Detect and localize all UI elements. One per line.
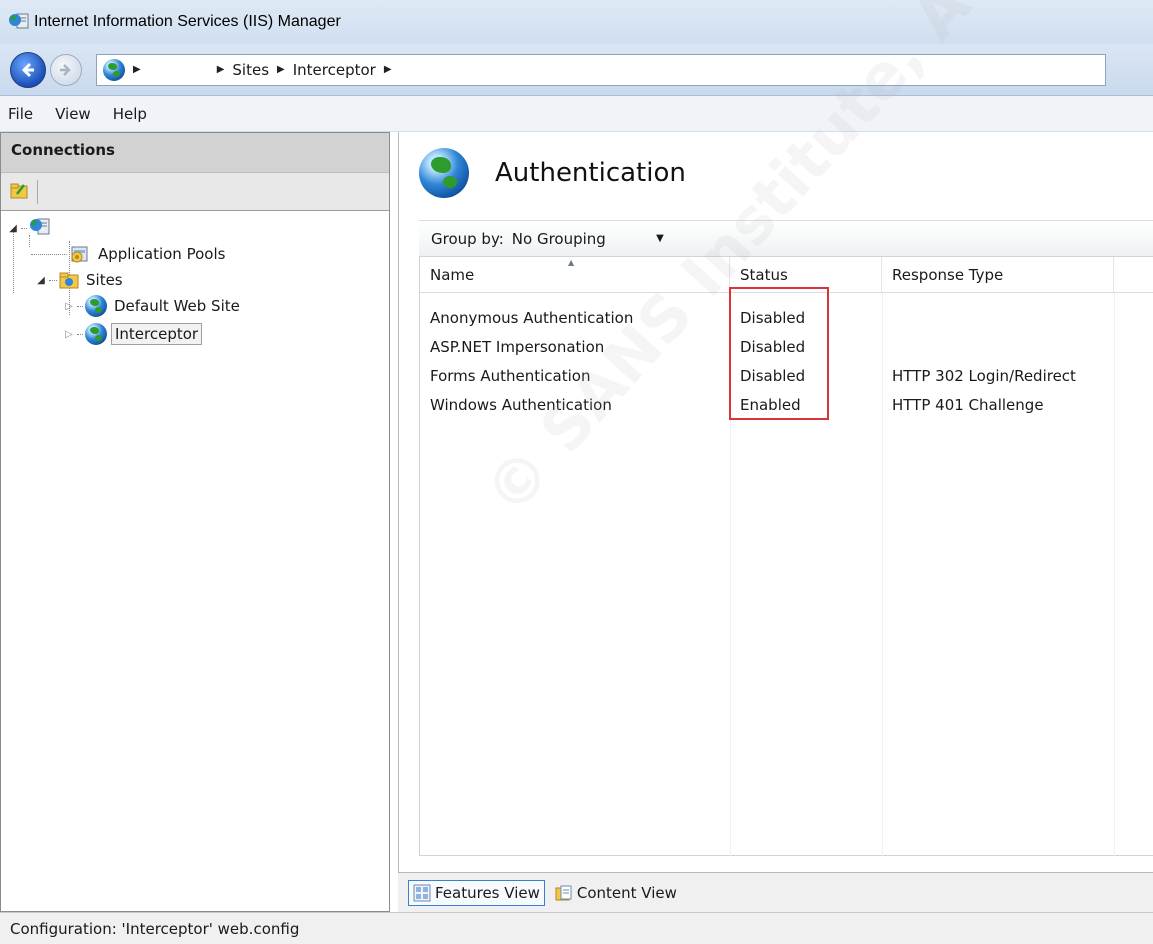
- breadcrumb-separator[interactable]: ▶: [277, 64, 285, 75]
- authentication-globe-icon: [419, 148, 469, 198]
- column-header-status[interactable]: Status: [730, 257, 882, 293]
- collapsed-triangle-icon[interactable]: ▷: [63, 329, 75, 340]
- cell-name: Windows Authentication: [430, 395, 612, 414]
- connections-tree: ◢ Application Pools ◢ Sites ▷ Default We…: [1, 211, 389, 345]
- chevron-down-icon: ▼: [656, 233, 664, 244]
- connect-icon[interactable]: [9, 180, 29, 204]
- cell-status: Enabled: [740, 395, 801, 414]
- menu-view[interactable]: View: [55, 105, 91, 123]
- globe-icon: [85, 323, 107, 345]
- column-header-label: Name: [430, 266, 475, 284]
- features-view-icon: [413, 884, 431, 902]
- tree-connector: [49, 279, 57, 281]
- table-header: Name ▲ Status Response Type: [420, 257, 1153, 293]
- group-by-dropdown[interactable]: No Grouping ▼: [512, 230, 672, 248]
- breadcrumb-interceptor[interactable]: Interceptor: [293, 61, 376, 79]
- tab-label: Content View: [576, 883, 677, 902]
- cell-status: Disabled: [740, 337, 806, 356]
- authentication-table: Name ▲ Status Response Type Anonymous Au…: [419, 256, 1153, 857]
- collapsed-triangle-icon[interactable]: ▷: [63, 301, 75, 312]
- tree-item-label: Sites: [86, 271, 123, 289]
- iis-app-icon: [8, 11, 30, 33]
- cell-name: Anonymous Authentication: [430, 308, 634, 327]
- tree-item-interceptor[interactable]: ▷ Interceptor: [63, 321, 203, 347]
- cell-status: Disabled: [740, 366, 806, 385]
- window-title: Internet Information Services (IIS) Mana…: [34, 13, 341, 30]
- cell-status: Disabled: [740, 308, 806, 327]
- breadcrumb-separator[interactable]: ▶: [384, 64, 392, 75]
- tree-item-label: Default Web Site: [114, 297, 240, 315]
- tree-server-node[interactable]: ◢: [7, 215, 51, 241]
- breadcrumb-separator[interactable]: ▶: [217, 64, 225, 75]
- tab-content-view[interactable]: Content View: [551, 881, 681, 905]
- sort-ascending-icon: ▲: [568, 258, 575, 267]
- tree-connector: [77, 333, 83, 335]
- tree-connector: [77, 305, 83, 307]
- breadcrumb-sites[interactable]: Sites: [232, 61, 269, 79]
- cell-response-type: [882, 303, 892, 332]
- cell-response-type: HTTP 401 Challenge: [892, 395, 1044, 414]
- table-row[interactable]: Anonymous Authentication Disabled: [420, 303, 1153, 332]
- arrow-left-icon: [21, 62, 34, 77]
- breadcrumb-separator[interactable]: ▶: [133, 64, 141, 75]
- page-title: Authentication: [495, 158, 686, 188]
- expanded-triangle-icon[interactable]: ◢: [7, 223, 19, 234]
- view-tabs: Features View Content View: [398, 872, 1153, 912]
- tree-item-sites[interactable]: ◢ Sites: [7, 267, 126, 293]
- address-bar[interactable]: ▶ ▶ Sites ▶ Interceptor ▶: [96, 53, 1106, 86]
- group-by-value: No Grouping: [511, 229, 606, 248]
- tree-connector: [31, 253, 67, 255]
- globe-icon: [103, 58, 125, 81]
- cell-response-type: HTTP 302 Login/Redirect: [892, 366, 1076, 385]
- menu-file[interactable]: File: [8, 105, 33, 123]
- table-row[interactable]: ASP.NET Impersonation Disabled: [420, 332, 1153, 361]
- table-row[interactable]: Forms Authentication Disabled HTTP 302 L…: [420, 361, 1153, 390]
- back-button[interactable]: [10, 51, 46, 88]
- forward-button[interactable]: [50, 53, 82, 86]
- title-bar: Internet Information Services (IIS) Mana…: [0, 0, 1153, 44]
- tree-item-label: Application Pools: [98, 245, 226, 263]
- column-header-label: Status: [740, 266, 788, 284]
- expanded-triangle-icon[interactable]: ◢: [35, 275, 47, 286]
- menu-bar: File View Help: [0, 96, 1153, 132]
- tree-connector: [21, 227, 27, 229]
- server-icon: [29, 217, 51, 239]
- status-bar: Configuration: 'Interceptor' web.config: [0, 912, 1153, 944]
- column-header-label: Response Type: [892, 266, 1004, 284]
- tree-item-default-web-site[interactable]: ▷ Default Web Site: [63, 293, 243, 319]
- cell-response-type: [882, 332, 892, 361]
- cell-name: ASP.NET Impersonation: [430, 337, 605, 356]
- menu-help[interactable]: Help: [113, 105, 147, 123]
- cell-name: Forms Authentication: [430, 366, 591, 385]
- column-header-response-type[interactable]: Response Type: [882, 257, 1114, 293]
- column-header-name[interactable]: Name ▲: [420, 257, 730, 293]
- group-by-label: Group by:: [431, 229, 504, 248]
- connections-header: Connections: [1, 133, 389, 173]
- sites-folder-icon: [59, 271, 79, 289]
- connections-panel: Connections ◢ Application Pools ◢ Sites …: [0, 132, 390, 912]
- application-pools-icon: [69, 243, 91, 265]
- tree-item-label: Interceptor: [111, 323, 203, 345]
- toolbar-separator: [37, 179, 38, 204]
- connections-toolbar: [1, 173, 389, 211]
- table-row[interactable]: Windows Authentication Enabled HTTP 401 …: [420, 390, 1153, 419]
- feature-pane: Authentication Group by: No Grouping ▼ N…: [398, 132, 1153, 912]
- content-view-icon: [555, 884, 573, 902]
- feature-header: Authentication: [399, 132, 1153, 214]
- status-text: Configuration: 'Interceptor' web.config: [10, 919, 300, 938]
- globe-icon: [85, 295, 107, 317]
- tab-label: Features View: [435, 883, 540, 902]
- group-by-bar: Group by: No Grouping ▼: [419, 220, 1153, 256]
- tree-item-application-pools[interactable]: Application Pools: [29, 241, 228, 267]
- navigation-bar: ▶ ▶ Sites ▶ Interceptor ▶: [0, 44, 1153, 96]
- tab-features-view[interactable]: Features View: [408, 879, 545, 906]
- arrow-right-icon: [60, 63, 71, 76]
